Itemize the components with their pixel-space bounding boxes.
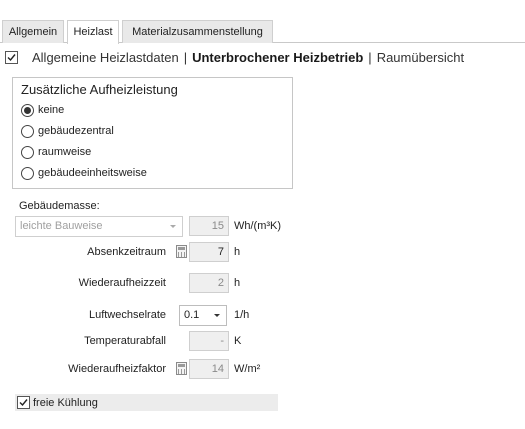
absenkzeitraum-field[interactable]: 7 (189, 242, 229, 262)
gebaeudemasse-field[interactable]: 15 (189, 216, 229, 236)
radio-label: gebäudezentral (38, 125, 114, 137)
radio-button[interactable] (21, 103, 34, 117)
calculator-icon[interactable] (176, 245, 187, 258)
temperaturabfall-label: Temperaturabfall (84, 335, 166, 347)
subnav-raumuebersicht[interactable]: Raumübersicht (377, 50, 464, 65)
radio-label: raumweise (38, 146, 92, 158)
subnav-unterbrochener-heizbetrieb[interactable]: Unterbrochener Heizbetrieb (192, 50, 363, 65)
radio-button[interactable] (21, 124, 34, 138)
temperaturabfall-unit: K (234, 335, 242, 347)
wiederaufheizfaktor-label: Wiederaufheizfaktor (68, 363, 166, 375)
radio-label: gebäudeeinheitsweise (38, 167, 147, 179)
radio-label: keine (38, 104, 65, 116)
gebaeudemasse-combo[interactable]: leichte Bauweise (15, 216, 183, 237)
zusaetzliche-aufheizleistung-group: Zusätzliche Aufheizleistung keine gebäud… (12, 77, 293, 189)
luftwechselrate-label: Luftwechselrate (88, 309, 166, 321)
subnav-separator: | (368, 49, 372, 65)
luftwechselrate-combo[interactable]: 0.1 (179, 305, 227, 326)
tab-heizlast[interactable]: Heizlast (67, 20, 119, 44)
freie-kuehlung-label: freie Kühlung (33, 396, 98, 409)
wiederaufheizzeit-label: Wiederaufheizzeit (78, 277, 166, 289)
checkmark-icon (7, 53, 16, 61)
radio-button[interactable] (21, 166, 34, 180)
tab-bar: Allgemein Heizlast Materialzusammenstell… (0, 20, 525, 44)
wiederaufheizzeit-field[interactable]: 2 (189, 273, 229, 293)
luftwechselrate-combo-value: 0.1 (184, 309, 200, 321)
chevron-down-icon (214, 314, 220, 317)
absenkzeitraum-unit: h (234, 246, 241, 258)
radio-button[interactable] (21, 145, 34, 159)
freie-kuehlung-checkbox[interactable] (17, 396, 30, 409)
heizlast-subnav: Allgemeine Heizlastdaten | Unterbrochene… (5, 48, 464, 66)
gebaeudemasse-unit: Wh/(m³K) (234, 220, 282, 232)
group-title: Zusätzliche Aufheizleistung (21, 82, 178, 97)
absenkzeitraum-label: Absenkzeitraum (87, 246, 166, 258)
luftwechselrate-unit: 1/h (234, 309, 250, 321)
radio-option-gebaeudeeinheitsweise[interactable]: gebäudeeinheitsweise (21, 165, 147, 181)
subnav-separator: | (183, 49, 188, 65)
freie-kuehlung-row[interactable]: freie Kühlung (15, 394, 278, 411)
subnav-allgemeine-heizlastdaten[interactable]: Allgemeine Heizlastdaten (32, 50, 179, 65)
radio-option-gebaeudezentral[interactable]: gebäudezentral (21, 123, 114, 139)
wiederaufheizfaktor-field[interactable]: 14 (189, 359, 229, 379)
temperaturabfall-field[interactable]: - (189, 331, 229, 351)
subnav-checkbox[interactable] (5, 50, 18, 64)
radio-option-raumweise[interactable]: raumweise (21, 144, 91, 160)
tab-allgemein[interactable]: Allgemein (2, 20, 64, 43)
calculator-icon[interactable] (176, 362, 187, 375)
tab-materialzusammenstellung[interactable]: Materialzusammenstellung (122, 20, 273, 43)
wiederaufheizzeit-unit: h (234, 277, 241, 289)
gebaeudemasse-combo-value: leichte Bauweise (20, 220, 103, 232)
radio-option-keine[interactable]: keine (21, 102, 64, 118)
wiederaufheizfaktor-unit: W/m² (234, 363, 261, 375)
checkmark-icon (19, 399, 28, 407)
chevron-down-icon (170, 225, 176, 228)
gebaeudemasse-label: Gebäudemasse: (19, 200, 100, 212)
